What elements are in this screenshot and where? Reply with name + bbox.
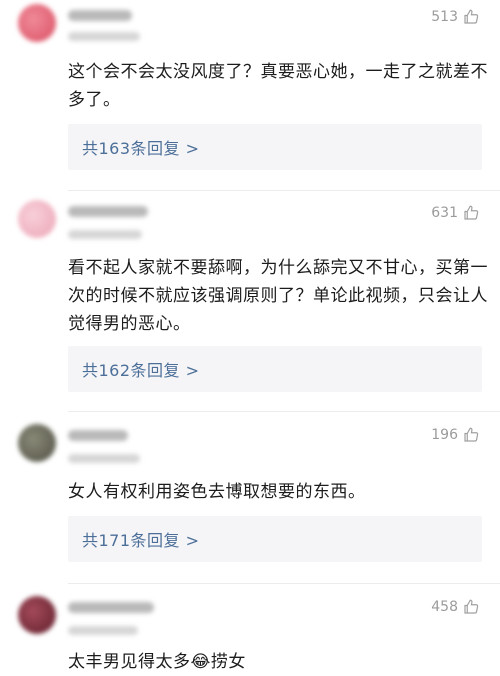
like-count: 631 (431, 205, 458, 221)
username-blurred[interactable] (68, 206, 148, 217)
comment-text: 太丰男见得太多😂捞女 (68, 652, 246, 672)
timestamp-blurred (68, 32, 140, 41)
like-button[interactable]: 196 (431, 426, 480, 444)
avatar[interactable] (18, 596, 56, 634)
like-count: 458 (431, 599, 458, 615)
comment-item: 458 太丰男见得太多😂捞女 (0, 590, 500, 672)
timestamp-blurred (68, 230, 142, 239)
comment-text: 看不起人家就不要舔啊，为什么舔完又不甘心，买第一次的时候不就应该强调原则了？单论… (68, 258, 488, 334)
divider (68, 583, 500, 584)
comment-text: 这个会不会太没风度了？真要恶心她，一走了之就差不多了。 (68, 62, 488, 110)
like-button[interactable]: 513 (431, 8, 480, 26)
comment-item: 631 看不起人家就不要舔啊，为什么舔完又不甘心，买第一次的时候不就应该强调原则… (0, 196, 500, 411)
comment-text: 女人有权利用姿色去博取想要的东西。 (68, 482, 366, 502)
username-blurred[interactable] (68, 602, 154, 613)
thumbs-up-icon (464, 9, 479, 24)
view-replies-button[interactable]: 共171条回复 > (68, 516, 482, 562)
avatar[interactable] (18, 200, 56, 238)
timestamp-blurred (68, 454, 140, 463)
timestamp-blurred (68, 626, 138, 635)
divider (68, 411, 500, 412)
avatar[interactable] (18, 424, 56, 462)
thumbs-up-icon (464, 427, 479, 442)
like-count: 513 (431, 9, 458, 25)
thumbs-up-icon (464, 205, 479, 220)
view-replies-button[interactable]: 共163条回复 > (68, 124, 482, 170)
like-count: 196 (431, 427, 458, 443)
thumbs-up-icon (464, 599, 479, 614)
username-blurred[interactable] (68, 430, 128, 441)
avatar[interactable] (18, 4, 56, 42)
comment-item: 513 这个会不会太没风度了？真要恶心她，一走了之就差不多了。 共163条回复 … (0, 0, 500, 200)
username-blurred[interactable] (68, 10, 132, 21)
divider (68, 190, 500, 191)
view-replies-button[interactable]: 共162条回复 > (68, 346, 482, 392)
like-button[interactable]: 631 (431, 204, 480, 222)
comment-item: 196 女人有权利用姿色去博取想要的东西。 共171条回复 > (0, 418, 500, 583)
like-button[interactable]: 458 (431, 598, 480, 616)
